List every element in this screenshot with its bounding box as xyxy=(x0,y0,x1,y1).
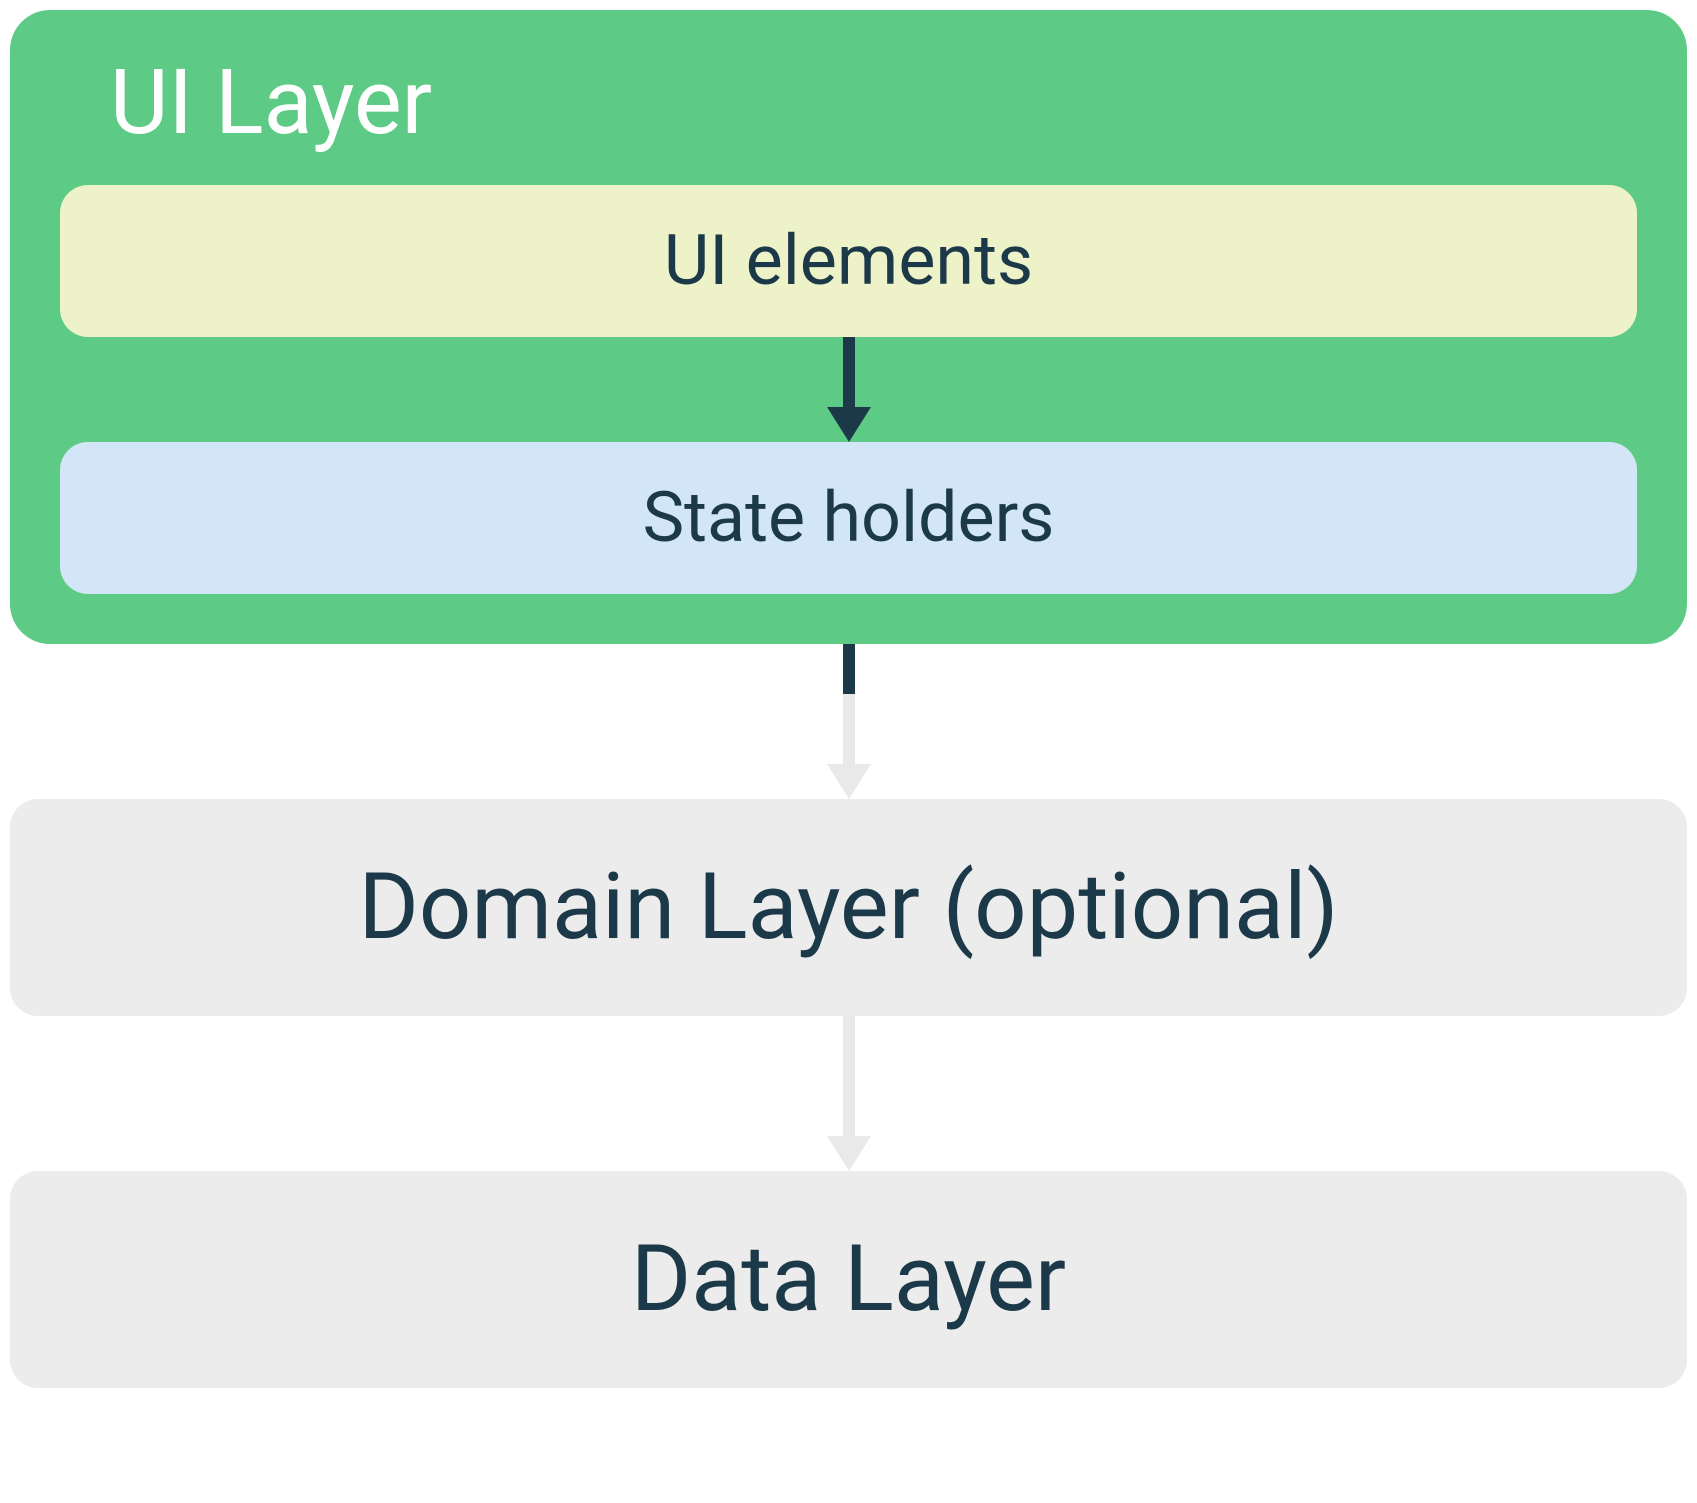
ui-layer-container: UI Layer UI elements State holders xyxy=(10,10,1687,644)
arrow-down-icon xyxy=(819,1016,879,1171)
arrow-domain-layer-to-data-layer xyxy=(819,1016,879,1171)
arrow-ui-layer-to-domain-layer xyxy=(819,644,879,799)
ui-layer-title: UI Layer xyxy=(110,50,1637,155)
arrow-ui-elements-to-state-holders xyxy=(60,337,1637,442)
ui-elements-box: UI elements xyxy=(60,185,1637,337)
domain-layer-box: Domain Layer (optional) xyxy=(10,799,1687,1016)
data-layer-box: Data Layer xyxy=(10,1171,1687,1388)
arrow-down-icon xyxy=(819,337,879,442)
architecture-diagram: UI Layer UI elements State holders Domai… xyxy=(10,10,1687,1388)
arrow-down-icon xyxy=(819,644,879,799)
state-holders-box: State holders xyxy=(60,442,1637,594)
